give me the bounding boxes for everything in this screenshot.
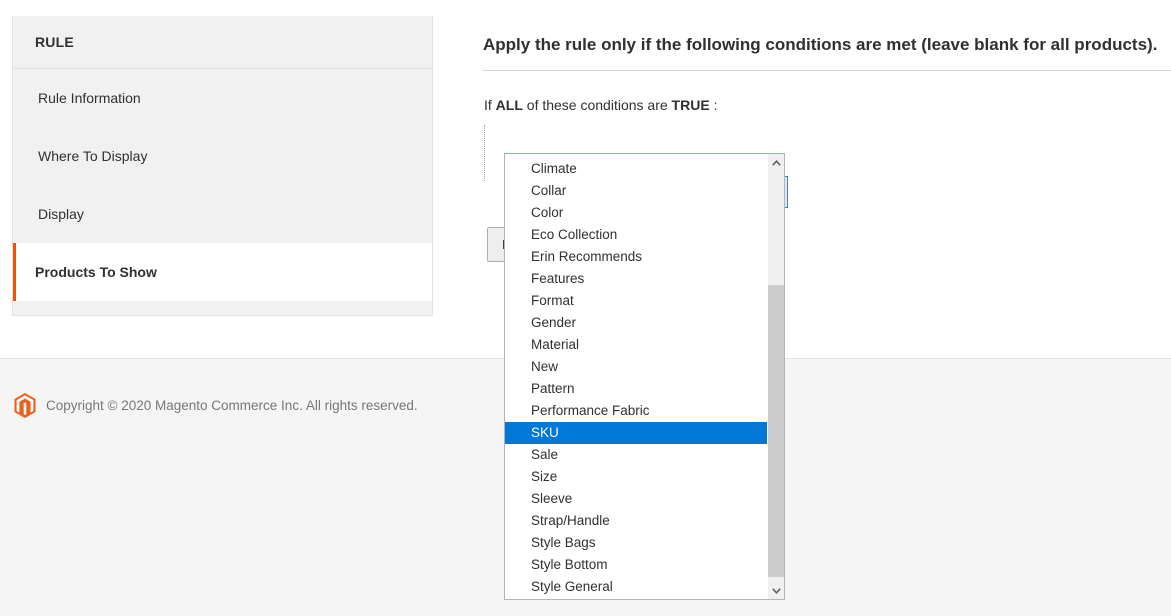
dropdown-option[interactable]: New xyxy=(505,356,767,378)
condition-select-dropdown[interactable]: ClimateCollarColorEco CollectionErin Rec… xyxy=(504,153,785,600)
dropdown-option[interactable]: Eco Collection xyxy=(505,224,767,246)
sidebar-item-label: Where To Display xyxy=(38,148,147,164)
dropdown-scrollbar-thumb[interactable] xyxy=(768,285,785,577)
condition-value[interactable]: TRUE xyxy=(672,97,710,113)
sidebar-footer-spacer xyxy=(13,301,432,315)
sidebar-item-label: Products To Show xyxy=(35,264,157,280)
sidebar-item-where-to-display[interactable]: Where To Display xyxy=(13,127,432,185)
dropdown-option[interactable]: Size xyxy=(505,466,767,488)
dropdown-option[interactable]: Performance Fabric xyxy=(505,400,767,422)
dropdown-option[interactable]: Format xyxy=(505,290,767,312)
dropdown-option[interactable]: Material xyxy=(505,334,767,356)
condition-middle: of these conditions are xyxy=(527,97,668,113)
sidebar-item-label: Display xyxy=(38,206,84,222)
sidebar-item-rule-information[interactable]: Rule Information xyxy=(13,69,432,127)
dropdown-option[interactable]: Sleeve xyxy=(505,488,767,510)
dropdown-option[interactable]: Gender xyxy=(505,312,767,334)
dropdown-option[interactable]: Color xyxy=(505,202,767,224)
page-title: Apply the rule only if the following con… xyxy=(483,16,1171,70)
condition-sentence: If ALL of these conditions are TRUE : xyxy=(484,97,1171,113)
dropdown-option[interactable]: Style Bags xyxy=(505,532,767,554)
copyright-text: Copyright © 2020 Magento Commerce Inc. A… xyxy=(46,398,418,413)
conditions-panel: Apply the rule only if the following con… xyxy=(483,16,1171,121)
sidebar-title: RULE xyxy=(13,16,432,69)
dropdown-option[interactable]: Features xyxy=(505,268,767,290)
page-root: RULE Rule Information Where To Display D… xyxy=(0,0,1171,616)
dropdown-option[interactable]: Strap/Handle xyxy=(505,510,767,532)
dropdown-option[interactable]: SKU xyxy=(505,422,767,444)
sidebar-item-display[interactable]: Display xyxy=(13,185,432,243)
conditions-area: If ALL of these conditions are TRUE : F … xyxy=(483,71,1171,113)
dropdown-option[interactable]: Climate xyxy=(505,158,767,180)
chevron-up-icon[interactable] xyxy=(768,154,785,171)
chevron-down-icon[interactable] xyxy=(768,582,785,599)
dropdown-option[interactable]: Sale xyxy=(505,444,767,466)
dropdown-option[interactable]: Erin Recommends xyxy=(505,246,767,268)
sidebar-item-label: Rule Information xyxy=(38,90,141,106)
magento-logo-icon xyxy=(14,393,36,418)
condition-option-list[interactable]: ClimateCollarColorEco CollectionErin Rec… xyxy=(505,154,767,599)
condition-aggregator[interactable]: ALL xyxy=(496,97,523,113)
dropdown-option[interactable]: Collar xyxy=(505,180,767,202)
condition-guideline xyxy=(484,125,486,181)
dropdown-scrollbar[interactable] xyxy=(767,154,784,599)
rule-sidebar: RULE Rule Information Where To Display D… xyxy=(12,16,433,316)
dropdown-option[interactable]: Style Bottom xyxy=(505,554,767,576)
dropdown-option[interactable]: Style General xyxy=(505,576,767,598)
condition-suffix: : xyxy=(714,97,718,113)
sidebar-item-products-to-show[interactable]: Products To Show xyxy=(13,243,432,301)
condition-prefix: If xyxy=(484,97,492,113)
dropdown-option[interactable]: Pattern xyxy=(505,378,767,400)
